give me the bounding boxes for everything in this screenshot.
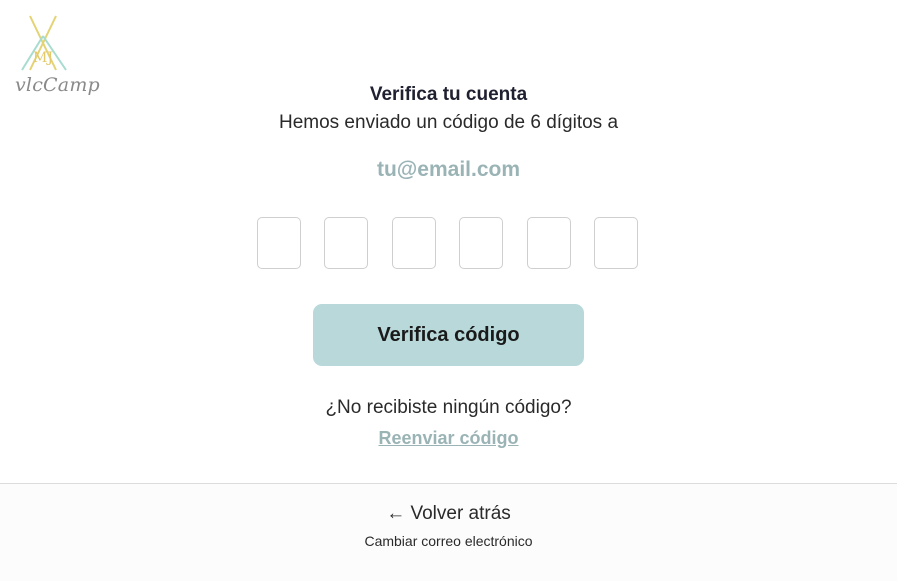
resend-code-link[interactable]: Reenviar código xyxy=(0,428,897,449)
teepee-logo-icon: MJ xyxy=(21,15,67,71)
verify-code-button[interactable]: Verifica código xyxy=(313,304,584,366)
destination-email: tu@email.com xyxy=(376,158,520,181)
no-code-question: ¿No recibiste ningún código? xyxy=(325,397,572,418)
page-title: Verifica tu cuenta xyxy=(369,84,528,105)
logo-monogram: MJ xyxy=(33,50,53,66)
footer-divider xyxy=(0,483,897,484)
code-digit-4[interactable] xyxy=(459,217,503,269)
code-digit-3[interactable] xyxy=(392,217,436,269)
code-digit-2[interactable] xyxy=(324,217,368,269)
go-back-link[interactable]: ← Volver atrás xyxy=(0,503,897,525)
code-digit-1[interactable] xyxy=(257,217,301,269)
code-digit-5[interactable] xyxy=(527,217,571,269)
change-email-link[interactable]: Cambiar correo electrónico xyxy=(0,533,897,549)
code-digit-6[interactable] xyxy=(594,217,638,269)
page-subtitle: Hemos enviado un código de 6 dígitos a xyxy=(278,112,619,133)
verification-panel: MJ vlcCamp Verifica tu cuenta Hemos envi… xyxy=(0,0,897,483)
